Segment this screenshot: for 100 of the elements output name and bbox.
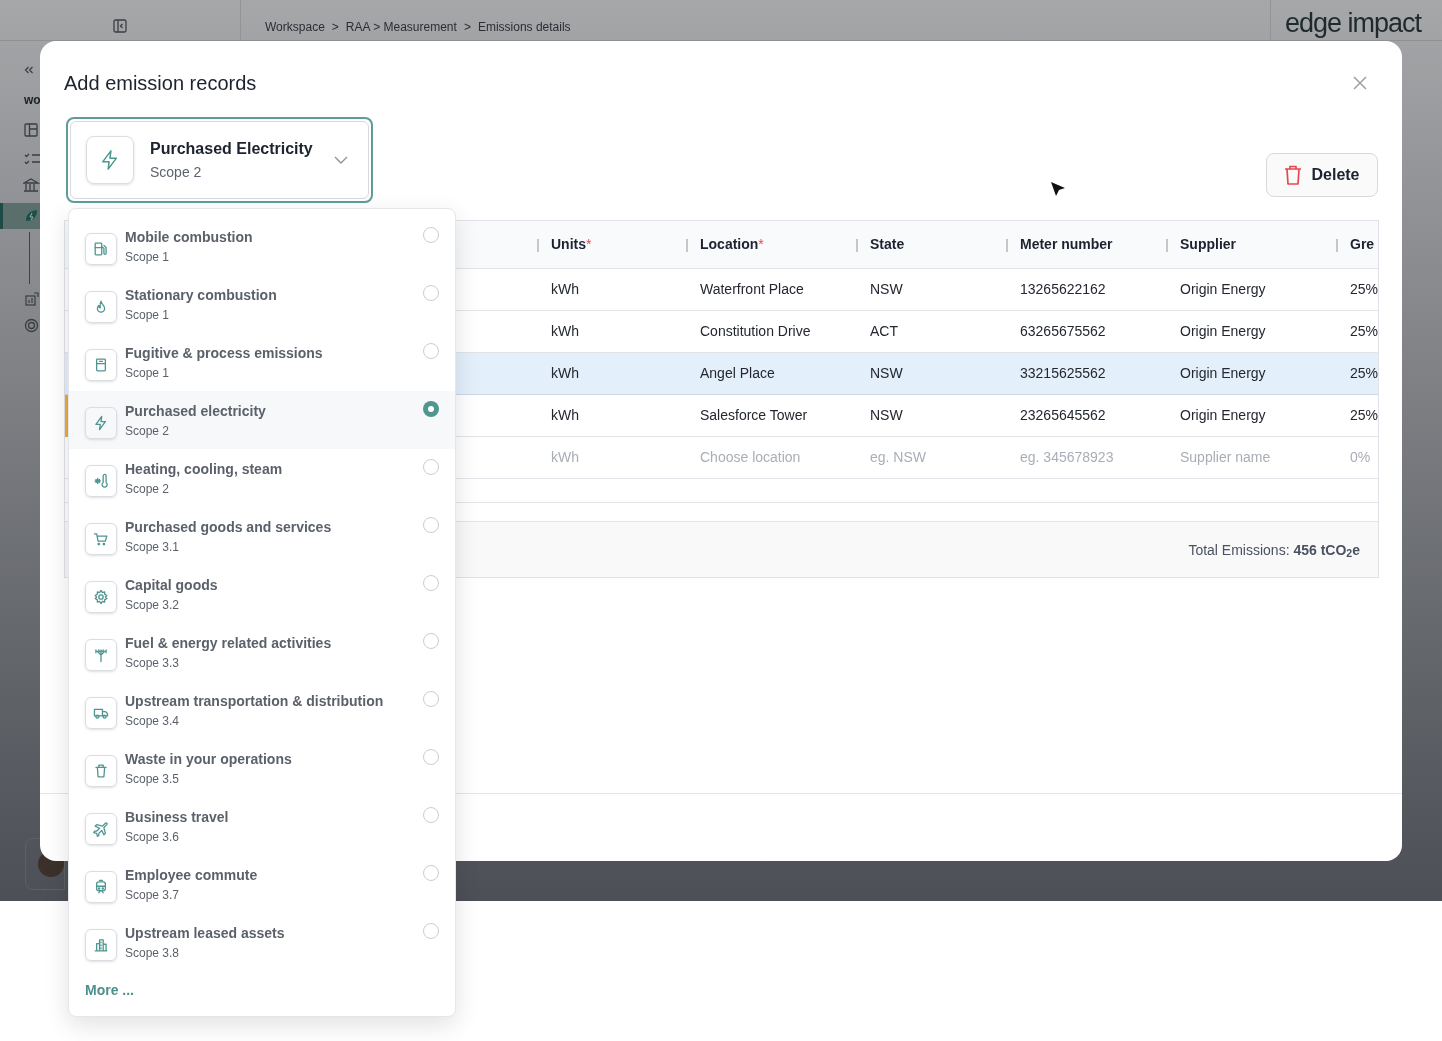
- checklist-icon[interactable]: [24, 152, 40, 166]
- column-header[interactable]: Location*: [700, 234, 764, 255]
- radio-button[interactable]: [423, 633, 439, 649]
- table-cell-text: 63265675562: [1020, 322, 1106, 341]
- active-nav-item[interactable]: [0, 203, 40, 229]
- column-header[interactable]: Supplier: [1180, 234, 1236, 255]
- sidebar-toggle-icon[interactable]: [113, 19, 127, 33]
- table-cell-text: 33215625562: [1020, 364, 1106, 383]
- option-title: Upstream transportation & distribution: [125, 692, 385, 710]
- collapse-icon[interactable]: [24, 66, 34, 74]
- category-option[interactable]: Upstream leased assets Scope 3.8: [69, 913, 455, 971]
- category-option[interactable]: Business travel Scope 3.6: [69, 797, 455, 855]
- selected-scope: Scope 2: [150, 163, 203, 182]
- workspace-name: wo: [24, 92, 41, 109]
- breadcrumb-separator: >: [331, 19, 339, 36]
- category-option[interactable]: Purchased electricity Scope 2: [69, 391, 455, 449]
- category-option[interactable]: Waste in your operations Scope 3.5: [69, 739, 455, 797]
- breadcrumb-link[interactable]: Emissions details: [477, 18, 571, 36]
- option-scope: Scope 3.1: [125, 539, 181, 555]
- more-link[interactable]: More ...: [85, 980, 134, 1001]
- trash-icon: [1284, 165, 1303, 185]
- column-header[interactable]: Meter number: [1020, 234, 1113, 255]
- category-option[interactable]: Capital goods Scope 3.2: [69, 565, 455, 623]
- option-title: Waste in your operations: [125, 750, 293, 768]
- train-icon: [93, 879, 109, 895]
- breadcrumb-link[interactable]: RAA > Measurement: [345, 18, 457, 36]
- option-scope: Scope 3.5: [125, 771, 181, 787]
- option-scope: Scope 3.3: [125, 655, 181, 671]
- leaf-icon: [24, 209, 38, 223]
- option-title: Purchased electricity: [125, 402, 267, 420]
- selected-category: Purchased Electricity: [150, 139, 314, 159]
- category-option[interactable]: Stationary combustion Scope 1: [69, 275, 455, 333]
- table-cell-text: Constitution Drive: [700, 322, 811, 341]
- radio-button[interactable]: [423, 865, 439, 881]
- radio-button[interactable]: [423, 459, 439, 475]
- total-emissions: Total Emissions: 456 tCO$_{2}$e: [1188, 540, 1360, 561]
- radio-button[interactable]: [423, 227, 439, 243]
- category-option[interactable]: Purchased goods and services Scope 3.1: [69, 507, 455, 565]
- table-cell-text: Origin Energy: [1180, 364, 1266, 383]
- table-cell-text: 23265645562: [1020, 406, 1106, 425]
- trash-icon: [93, 763, 109, 779]
- breadcrumb-separator: >: [463, 19, 471, 36]
- radio-button[interactable]: [423, 923, 439, 939]
- column-header[interactable]: State: [870, 234, 905, 255]
- option-title: Capital goods: [125, 576, 219, 594]
- category-option[interactable]: Heating, cooling, steam Scope 2: [69, 449, 455, 507]
- category-option[interactable]: Upstream transportation & distribution Scope 3.4: [69, 681, 455, 739]
- cabinet-icon: [93, 357, 109, 373]
- column-header[interactable]: Units*: [551, 234, 592, 255]
- airplane-icon: [93, 821, 109, 837]
- close-icon[interactable]: [1353, 76, 1367, 90]
- table-cell-text: Waterfront Place: [700, 280, 804, 299]
- modal-title: Add emission records: [64, 71, 257, 96]
- table-cell-text: kWh: [551, 406, 579, 425]
- option-title: Purchased goods and services: [125, 518, 333, 536]
- category-select[interactable]: Purchased Electricity Scope 2: [66, 117, 373, 203]
- option-scope: Scope 1: [125, 365, 171, 381]
- radio-button[interactable]: [423, 691, 439, 707]
- bank-icon[interactable]: [23, 178, 40, 194]
- table-cell-text: Origin Energy: [1180, 406, 1266, 425]
- table-cell-text: Salesforce Tower: [700, 406, 808, 425]
- option-title: Upstream leased assets: [125, 924, 286, 942]
- option-title: Mobile combustion: [125, 228, 254, 246]
- delete-button[interactable]: Delete: [1266, 153, 1378, 197]
- radio-button[interactable]: [423, 401, 439, 417]
- radio-button[interactable]: [423, 749, 439, 765]
- gear-icon: [93, 589, 109, 605]
- column-header[interactable]: Gre: [1350, 234, 1375, 255]
- option-title: Fuel & energy related activities: [125, 634, 333, 652]
- table-cell-text: ACT: [870, 322, 898, 341]
- option-scope: Scope 3.7: [125, 887, 181, 903]
- layout-icon[interactable]: [24, 123, 38, 137]
- category-option[interactable]: Mobile combustion Scope 1: [69, 217, 455, 275]
- radio-button[interactable]: [423, 343, 439, 359]
- table-cell-text: Origin Energy: [1180, 322, 1266, 341]
- breadcrumb-link[interactable]: Workspace: [265, 18, 325, 36]
- option-title: Heating, cooling, steam: [125, 460, 284, 478]
- option-scope: Scope 3.4: [125, 713, 181, 729]
- chart-icon[interactable]: [25, 292, 39, 306]
- logo: edge impact: [1285, 10, 1422, 37]
- table-cell-text: NSW: [870, 406, 903, 425]
- chevron-icon: [334, 156, 348, 164]
- radio-button[interactable]: [423, 807, 439, 823]
- building-icon: [93, 937, 109, 953]
- utility-pole-icon: [93, 647, 109, 663]
- table-cell-text: Origin Energy: [1180, 280, 1266, 299]
- table-cell-text: NSW: [870, 364, 903, 383]
- category-option[interactable]: Employee commute Scope 3.7: [69, 855, 455, 913]
- category-option[interactable]: Fugitive & process emissions Scope 1: [69, 333, 455, 391]
- cursor-icon: [1050, 181, 1066, 198]
- radio-button[interactable]: [423, 517, 439, 533]
- table-cell-text: Angel Place: [700, 364, 775, 383]
- radio-button[interactable]: [423, 285, 439, 301]
- option-title: Employee commute: [125, 866, 259, 884]
- table-cell-text: 25%: [1350, 280, 1378, 299]
- target-icon[interactable]: [24, 318, 39, 333]
- category-option[interactable]: Fuel & energy related activities Scope 3.3: [69, 623, 455, 681]
- option-scope: Scope 2: [125, 423, 171, 439]
- option-scope: Scope 3.6: [125, 829, 181, 845]
- radio-button[interactable]: [423, 575, 439, 591]
